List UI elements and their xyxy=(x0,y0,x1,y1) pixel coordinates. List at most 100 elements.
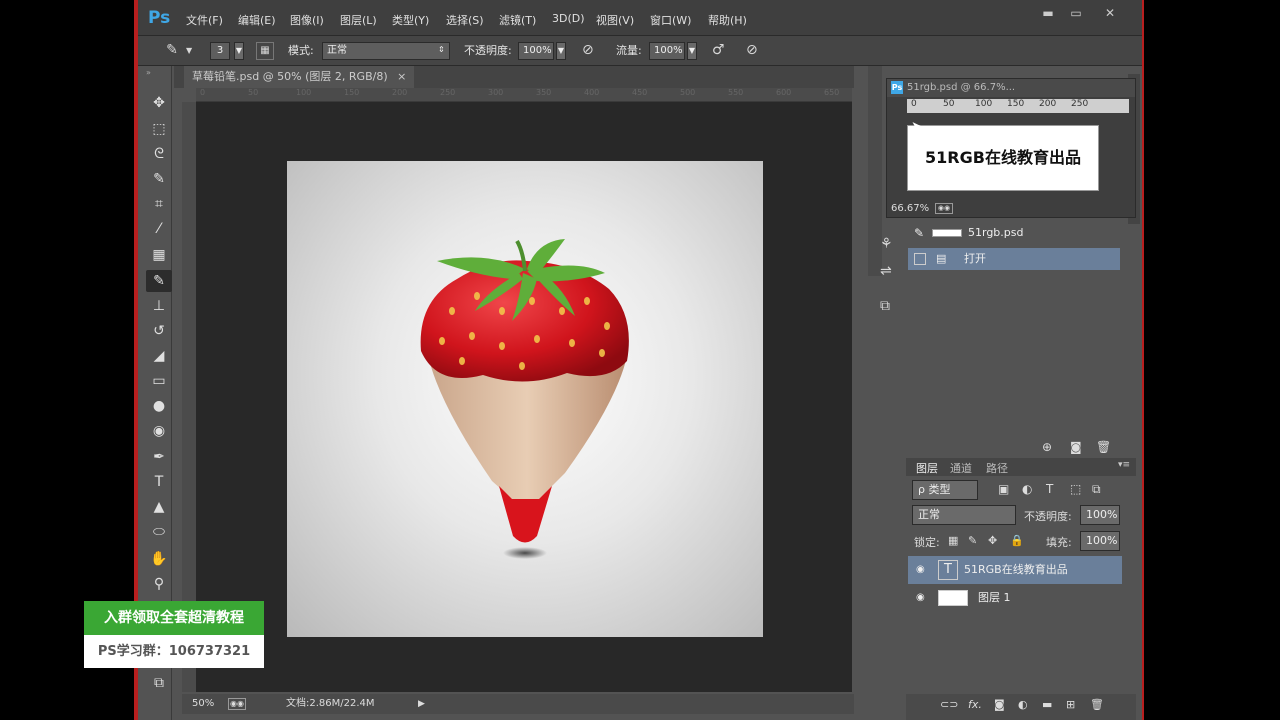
new-layer-icon[interactable]: ⊞ xyxy=(1066,698,1075,711)
menu-select[interactable]: 选择(S) xyxy=(446,12,484,28)
mode-select[interactable]: 正常 xyxy=(322,42,450,60)
menu-image[interactable]: 图像(I) xyxy=(290,12,324,28)
quick-select-tool-icon[interactable]: ✎ xyxy=(146,168,172,190)
crop-tool-icon[interactable]: ⌗ xyxy=(146,193,172,215)
healing-tool-icon[interactable]: ▦ xyxy=(146,244,172,266)
pressure-opacity-icon[interactable]: ⊘ xyxy=(582,42,594,58)
brush-preset-icon[interactable]: ✎ xyxy=(162,42,182,60)
lock-all-icon[interactable]: 🔒 xyxy=(1010,534,1024,547)
move-tool-icon[interactable]: ✥ xyxy=(146,92,172,114)
menu-view[interactable]: 视图(V) xyxy=(596,12,634,28)
restore-button[interactable]: ▭ xyxy=(1066,6,1086,22)
artboard[interactable] xyxy=(287,161,763,637)
lock-move-icon[interactable]: ✥ xyxy=(988,534,997,547)
navigator-preview[interactable]: 51RGB在线教育出品 xyxy=(907,125,1099,191)
history-snapshot[interactable]: ✎ 51rgb.psd xyxy=(908,222,1120,244)
trash-icon[interactable]: 🗑 xyxy=(1096,440,1111,454)
gradient-tool-icon[interactable]: ▭ xyxy=(146,370,172,392)
brush-panel-icon[interactable]: ▦ xyxy=(256,42,274,60)
opacity-field[interactable]: 100% xyxy=(518,42,554,60)
zoom-tool-icon[interactable]: ⚲ xyxy=(146,573,172,595)
navigator-zoom[interactable]: 66.67% xyxy=(891,203,929,214)
type-filter-icon[interactable]: T xyxy=(1046,482,1053,496)
fill-label: 填充: xyxy=(1046,536,1072,549)
opacity-dropdown[interactable]: ▼ xyxy=(556,42,566,60)
brush-size-dropdown[interactable]: ▼ xyxy=(234,42,244,60)
status-menu-arrow-icon[interactable]: ▶ xyxy=(418,694,425,714)
hand-tool-icon[interactable]: ✋ xyxy=(146,548,172,570)
pressure-size-icon[interactable]: ⊘ xyxy=(746,42,758,58)
history-checkbox[interactable] xyxy=(914,253,926,265)
layer-name[interactable]: 图层 1 xyxy=(978,584,1011,612)
smart-object-filter-icon[interactable]: ⧉ xyxy=(1092,482,1101,497)
trash-icon[interactable]: 🗑 xyxy=(1090,698,1104,711)
layer-thumb xyxy=(938,590,968,606)
image-filter-icon[interactable]: ▣ xyxy=(998,482,1009,496)
shape-tool-icon[interactable]: ⬭ xyxy=(146,521,172,543)
shape-filter-icon[interactable]: ⬚ xyxy=(1070,482,1081,496)
adjustments-panel-icon[interactable]: ⇌ xyxy=(880,263,892,279)
tab-paths[interactable]: 路径 xyxy=(986,460,1008,476)
link-icon[interactable]: ⊂⊃ xyxy=(940,698,958,711)
eye-icon[interactable]: ◉ xyxy=(916,556,925,584)
airbrush-icon[interactable]: ♂ xyxy=(712,42,725,58)
layer-filter-select[interactable]: ρ 类型 xyxy=(912,480,978,500)
panel-menu-icon[interactable]: ▾≡ xyxy=(1118,460,1130,470)
dodge-tool-icon[interactable]: ◉ xyxy=(146,420,172,442)
stamp-tool-icon[interactable]: ⊥ xyxy=(146,295,172,317)
path-select-tool-icon[interactable]: ▲ xyxy=(146,496,172,518)
layer-opacity-field[interactable]: 100% xyxy=(1080,505,1120,525)
menu-filter[interactable]: 滤镜(T) xyxy=(499,12,536,28)
close-button[interactable]: ✕ xyxy=(1100,6,1120,22)
eraser-tool-icon[interactable]: ◢ xyxy=(146,345,172,367)
group-icon[interactable]: ▬ xyxy=(1042,698,1052,711)
new-snapshot-icon[interactable]: ⊕ xyxy=(1042,440,1052,454)
menu-edit[interactable]: 编辑(E) xyxy=(238,12,276,28)
eyedropper-tool-icon[interactable]: ⁄ xyxy=(146,218,172,240)
flow-dropdown[interactable]: ▼ xyxy=(687,42,697,60)
type-tool-icon[interactable]: T xyxy=(146,471,172,493)
lock-transparent-icon[interactable]: ▦ xyxy=(948,534,958,547)
collapse-icon[interactable]: » xyxy=(146,68,151,77)
brush-tool-icon[interactable]: ✎ xyxy=(146,270,172,292)
lock-paint-icon[interactable]: ✎ xyxy=(968,534,977,547)
blend-mode-select[interactable]: 正常 xyxy=(912,505,1016,525)
fill-field[interactable]: 100% xyxy=(1080,531,1120,551)
layer-row[interactable]: ◉ T 51RGB在线教育出品 xyxy=(908,556,1122,584)
pen-tool-icon[interactable]: ✒ xyxy=(146,446,172,468)
history-brush-panel-icon[interactable]: ⚘ xyxy=(880,236,893,252)
eye-icon[interactable]: ◉ xyxy=(916,584,925,612)
camera-icon[interactable]: ◙ xyxy=(1070,440,1082,454)
menu-help[interactable]: 帮助(H) xyxy=(708,12,747,28)
fx-icon[interactable]: fx. xyxy=(968,698,982,711)
layer-row[interactable]: ◉ 图层 1 xyxy=(908,584,1122,612)
history-item[interactable]: ▤ 打开 xyxy=(908,248,1120,270)
menu-type[interactable]: 类型(Y) xyxy=(392,12,429,28)
styles-panel-icon[interactable]: ⧉ xyxy=(880,298,890,314)
mask-icon[interactable]: ◙ xyxy=(994,698,1005,711)
lasso-tool-icon[interactable]: ᘓ xyxy=(146,143,172,165)
screen-mode-icon[interactable]: ⧉ xyxy=(146,672,172,694)
adjustment-layer-icon[interactable]: ◐ xyxy=(1018,698,1028,711)
history-brush-tool-icon[interactable]: ↺ xyxy=(146,320,172,342)
tab-close-icon[interactable]: × xyxy=(397,70,406,83)
menu-3d[interactable]: 3D(D) xyxy=(552,12,585,25)
menu-layer[interactable]: 图层(L) xyxy=(340,12,377,28)
marquee-tool-icon[interactable]: ⬚ xyxy=(146,118,172,140)
menu-file[interactable]: 文件(F) xyxy=(186,12,223,28)
layer-name[interactable]: 51RGB在线教育出品 xyxy=(964,556,1068,584)
document-tab[interactable]: 草莓铅笔.psd @ 50% (图层 2, RGB/8) × xyxy=(184,66,415,88)
blur-tool-icon[interactable]: ● xyxy=(146,395,172,417)
brush-size-field[interactable]: 3 xyxy=(210,42,230,60)
navigator-title-bar[interactable]: Ps 51rgb.psd @ 66.7%... xyxy=(887,79,1135,97)
tab-layers[interactable]: 图层 xyxy=(916,460,938,476)
zoom-level[interactable]: 50% xyxy=(192,694,214,714)
minimize-button[interactable]: ▬ xyxy=(1038,6,1058,22)
proof-icon[interactable]: ◉◉ xyxy=(228,698,246,710)
menu-window[interactable]: 窗口(W) xyxy=(650,12,691,28)
chevron-down-icon[interactable]: ▼ xyxy=(186,46,192,55)
adjustment-filter-icon[interactable]: ◐ xyxy=(1022,482,1032,496)
flow-field[interactable]: 100% xyxy=(649,42,685,60)
proof-icon[interactable]: ◉◉ xyxy=(935,203,953,214)
tab-channels[interactable]: 通道 xyxy=(950,460,972,476)
